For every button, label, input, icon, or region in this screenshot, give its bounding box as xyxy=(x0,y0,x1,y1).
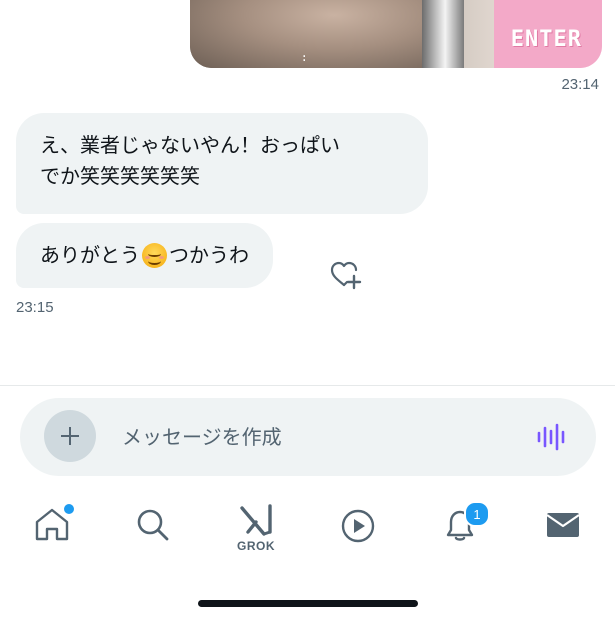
message-line: え、業者じゃないやん！おっぱい xyxy=(40,133,340,157)
message-composer xyxy=(20,398,596,476)
message-timestamp: 23:15 xyxy=(16,299,54,316)
media-timestamp: 23:14 xyxy=(561,76,599,93)
notification-count-badge: 1 xyxy=(464,501,490,527)
media-dots-icon: · · xyxy=(302,49,307,68)
message-bubble[interactable]: え、業者じゃないやん！おっぱい でか笑笑笑笑笑笑 xyxy=(16,113,428,214)
message-input[interactable] xyxy=(122,398,502,476)
grok-icon xyxy=(240,504,272,536)
tab-messages[interactable] xyxy=(541,502,585,554)
media-overlay-text: ENTER xyxy=(510,27,582,52)
play-icon xyxy=(341,509,375,543)
tab-grok[interactable]: GROK xyxy=(234,502,278,554)
tab-notifications[interactable]: 1 xyxy=(438,501,490,554)
audio-waveform-icon xyxy=(537,423,565,451)
tab-home[interactable] xyxy=(30,502,76,554)
smiling-face-emoji-icon xyxy=(142,243,167,268)
message-bubble[interactable]: ありがとう つかうわ xyxy=(16,223,273,288)
search-icon xyxy=(137,509,169,541)
tab-search[interactable] xyxy=(131,502,175,554)
message-text: つかうわ xyxy=(169,243,249,267)
heart-plus-icon xyxy=(330,261,362,290)
media-bubble[interactable]: ENTER · · xyxy=(190,0,602,68)
message-text: ありがとう xyxy=(40,243,140,267)
tab-video[interactable] xyxy=(336,502,380,554)
grok-label: GROK xyxy=(237,539,275,553)
message-line: でか笑笑笑笑笑笑 xyxy=(40,164,200,188)
voice-message-button[interactable] xyxy=(536,423,568,451)
add-reaction-button[interactable] xyxy=(328,258,364,294)
media-skin-region xyxy=(190,0,430,68)
add-media-button[interactable] xyxy=(44,410,96,462)
home-indicator xyxy=(198,600,418,607)
composer-divider xyxy=(0,385,615,386)
envelope-icon xyxy=(546,513,580,537)
home-unread-dot xyxy=(62,502,76,516)
media-shower-pipe xyxy=(422,0,464,68)
